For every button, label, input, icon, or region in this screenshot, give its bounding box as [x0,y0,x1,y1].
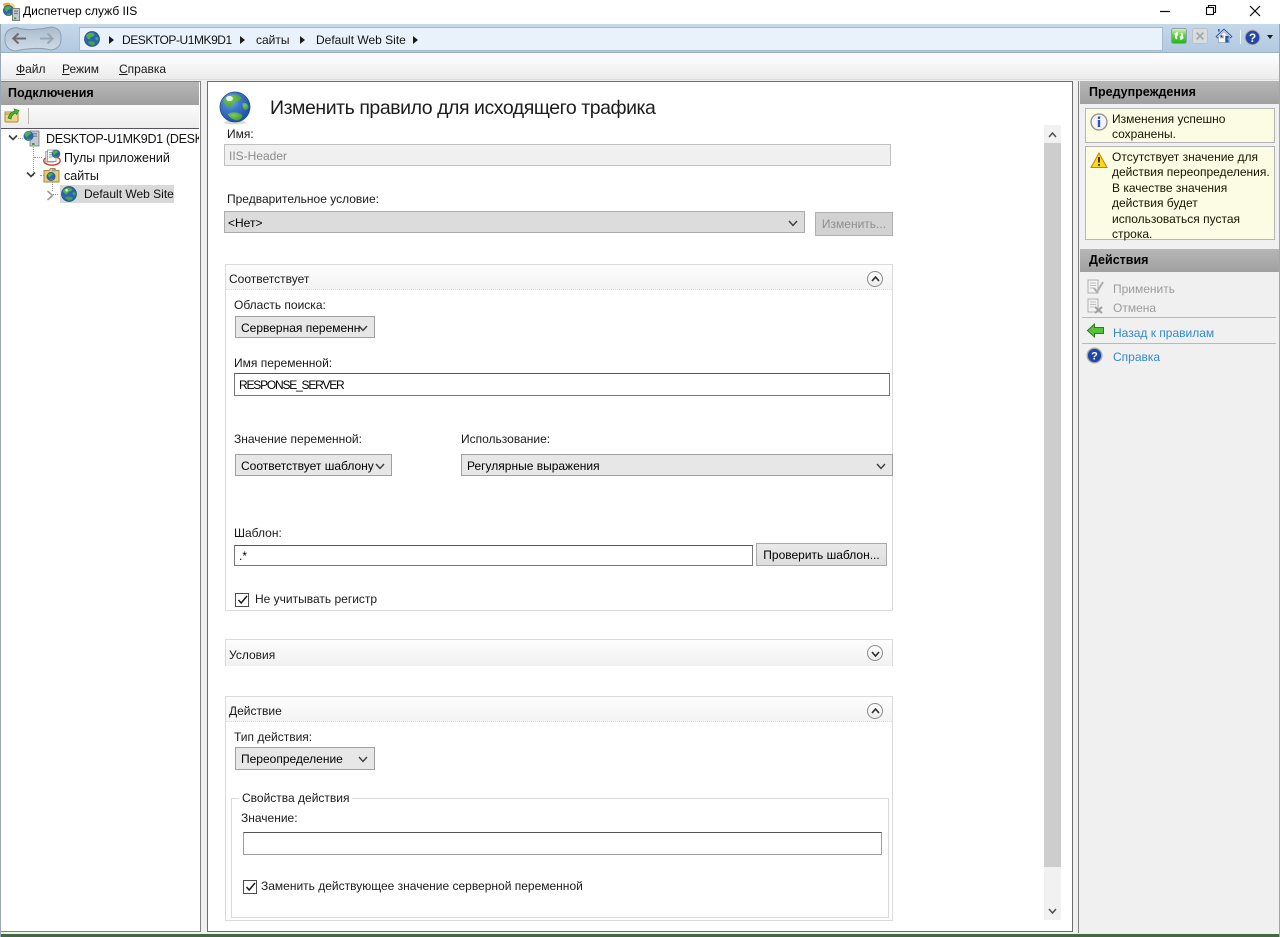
svg-text:?: ? [1249,31,1256,45]
svg-text:?: ? [1091,351,1098,363]
